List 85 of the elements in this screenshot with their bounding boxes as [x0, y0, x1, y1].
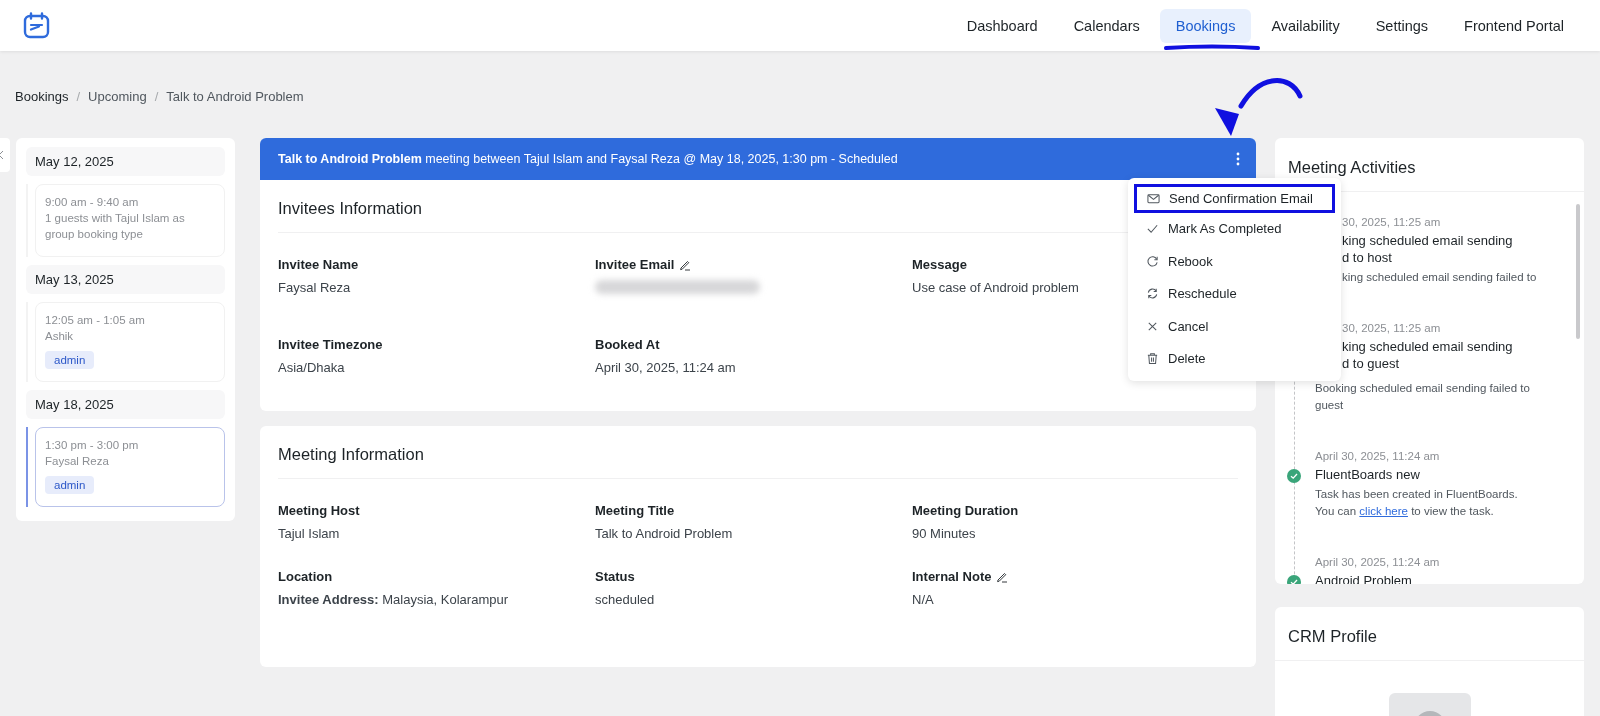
- activity-title: king scheduled email sending: [1342, 232, 1514, 249]
- nav-tab[interactable]: Dashboard: [950, 8, 1054, 43]
- field-label: Meeting Host: [278, 503, 360, 518]
- menu-label: Cancel: [1168, 318, 1209, 334]
- booking-description: Ashik: [45, 329, 75, 344]
- menu-label: Delete: [1168, 351, 1206, 367]
- field-label: Meeting Duration: [912, 503, 1019, 518]
- menu-item[interactable]: Reschedule: [1136, 279, 1333, 308]
- edit-icon[interactable]: [679, 258, 692, 271]
- field-value: Use case of Android problem: [912, 280, 1079, 295]
- menu-item[interactable]: Mark As Completed: [1136, 214, 1333, 243]
- booking-card[interactable]: 1:30 pm - 3:00 pm Faysal Reza admin: [35, 427, 225, 507]
- more-options-icon[interactable]: [1236, 152, 1240, 166]
- mail-icon: [1147, 191, 1160, 205]
- field-label: Internal Note: [912, 569, 992, 584]
- trash-icon: [1146, 352, 1159, 366]
- menu-item[interactable]: Cancel: [1136, 312, 1333, 341]
- menu-item[interactable]: Delete: [1136, 344, 1333, 373]
- activity-description: Task has been created in FluentBoards. You can click here to view the task.: [1315, 487, 1519, 519]
- nav-tab[interactable]: Availability: [1255, 8, 1356, 43]
- field-label: Meeting Title: [595, 503, 675, 518]
- menu-label: Mark As Completed: [1168, 221, 1282, 237]
- activity-description: Booking scheduled email sending failed to guest: [1315, 381, 1531, 413]
- booking-summary: Talk to Android Problem meeting between Tajul Islam and Faysal Reza @ May 18, 2025, 1:30 pm - Scheduled: [278, 152, 898, 166]
- booking-description: 1 guests with Tajul Islam as group booking type: [45, 211, 186, 242]
- date-heading: May 12, 2025: [26, 147, 225, 176]
- menu-label: Reschedule: [1168, 286, 1237, 302]
- activity-title: d to guest: [1342, 355, 1401, 372]
- booking-time: 9:00 am - 9:40 am: [45, 195, 140, 210]
- field-value: April 30, 2025, 11:24 am: [595, 360, 736, 375]
- activity-title: king scheduled email sending: [1342, 338, 1514, 355]
- activity-time: April 30, 2025, 11:24 am: [1315, 450, 1441, 462]
- booking-card[interactable]: 12:05 am - 1:05 am Ashik admin: [35, 302, 225, 382]
- booking-time: 12:05 am - 1:05 am: [45, 313, 146, 328]
- breadcrumb-link[interactable]: Bookings: [15, 89, 69, 104]
- field-label: Invitee Timezone: [278, 337, 383, 352]
- field-value: scheduled: [595, 592, 655, 607]
- sync-icon: [1146, 287, 1159, 301]
- refresh-icon: [1146, 254, 1159, 268]
- field-value: Asia/Dhaka: [278, 360, 345, 375]
- nav-tab[interactable]: Bookings: [1159, 8, 1252, 43]
- field-label: Invitee Email: [595, 257, 675, 272]
- field-value: N/A: [912, 592, 934, 607]
- field-label: Booked At: [595, 337, 660, 352]
- field-value: Faysal Reza: [278, 280, 351, 295]
- scrollbar[interactable]: [1576, 204, 1580, 339]
- activity-title: d to host: [1342, 249, 1393, 266]
- field-value: Talk to Android Problem: [595, 526, 733, 541]
- calendar-logo-icon[interactable]: [22, 10, 52, 41]
- breadcrumb-link[interactable]: Upcoming: [88, 89, 147, 104]
- booking-description: Faysal Reza: [45, 454, 110, 469]
- task-link[interactable]: click here: [1359, 505, 1408, 517]
- field-value: Invitee Address: Malaysia, Kolarampur: [278, 592, 508, 607]
- card-title: CRM Profile: [1275, 607, 1584, 661]
- menu-item[interactable]: Send Confirmation Email: [1134, 184, 1335, 213]
- activity-title: FluentBoards new: [1315, 466, 1421, 483]
- activity-time: 30, 2025, 11:25 am: [1342, 322, 1442, 334]
- check-circle-icon: [1287, 469, 1301, 483]
- activity-description: king scheduled email sending failed to: [1342, 270, 1538, 285]
- menu-label: Send Confirmation Email: [1169, 190, 1313, 206]
- section-title: Invitees Information: [278, 198, 422, 219]
- activity-time: April 30, 2025, 11:24 am: [1315, 556, 1441, 568]
- menu-item[interactable]: Rebook: [1136, 247, 1333, 276]
- field-value: 90 Minutes: [912, 526, 976, 541]
- date-heading: May 18, 2025: [26, 390, 225, 419]
- check-icon: [1146, 222, 1159, 236]
- edit-icon[interactable]: [996, 570, 1009, 583]
- field-label: Location: [278, 569, 333, 584]
- activity-time: 30, 2025, 11:25 am: [1342, 216, 1442, 228]
- card-title: Meeting Activities: [1275, 138, 1584, 192]
- host-tag: admin: [45, 476, 95, 494]
- breadcrumb-separator: /: [76, 89, 81, 104]
- nav-tab[interactable]: Frontend Portal: [1448, 8, 1580, 43]
- field-label: Invitee Name: [278, 257, 359, 272]
- host-tag: admin: [45, 351, 95, 369]
- field-label: Message: [912, 257, 967, 272]
- breadcrumb-separator: /: [154, 89, 159, 104]
- field-label: Status: [595, 569, 635, 584]
- nav-tab[interactable]: Settings: [1359, 8, 1445, 43]
- date-heading: May 13, 2025: [26, 265, 225, 294]
- menu-label: Rebook: [1168, 253, 1213, 269]
- field-value: Tajul Islam: [278, 526, 340, 541]
- booking-time: 1:30 pm - 3:00 pm: [45, 438, 140, 453]
- section-title: Meeting Information: [278, 444, 424, 465]
- nav-tab[interactable]: Calendars: [1057, 8, 1156, 43]
